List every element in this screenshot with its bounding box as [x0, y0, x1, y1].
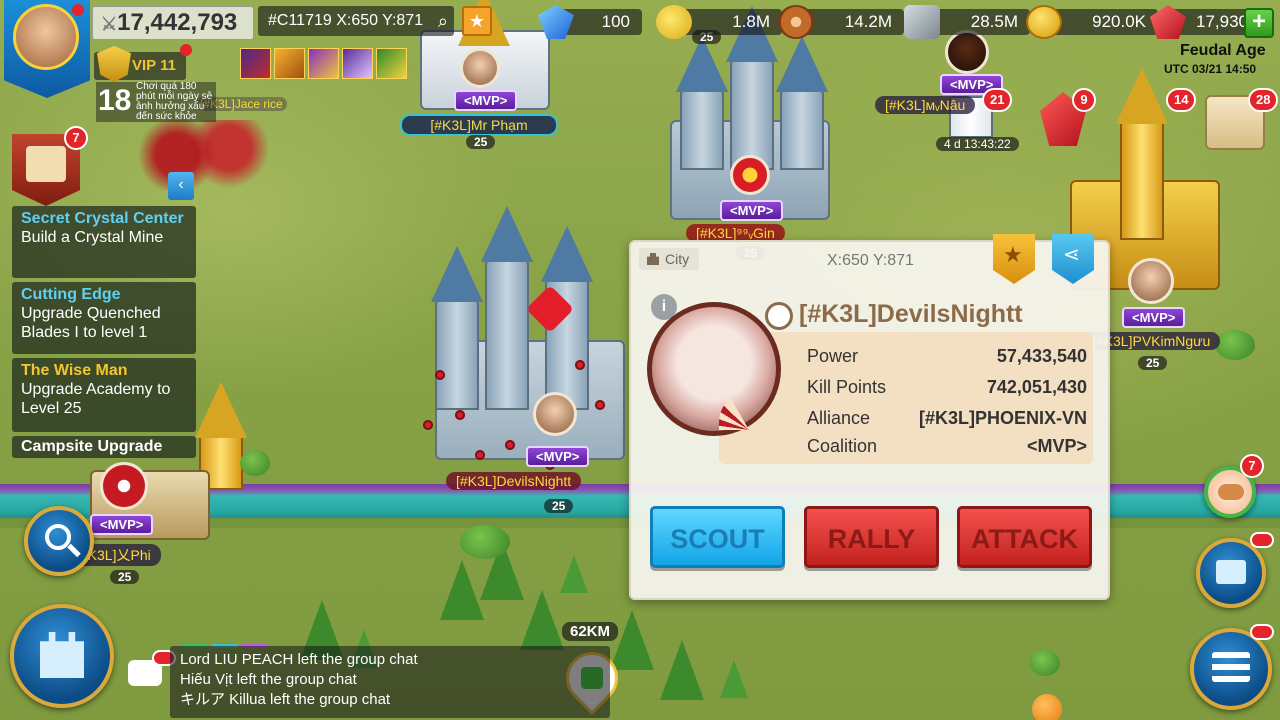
quest-item-3[interactable]: The Wise Man Upgrade Academy to Level 25 — [12, 358, 196, 432]
badge-28: 28 — [1248, 88, 1279, 112]
age-warning: 18 Chơi quá 180 phút mỗi ngày sẽ ảnh hưở… — [96, 82, 216, 122]
distance-label: 62KM — [562, 622, 619, 641]
level-pvkimnguu: 25 — [1138, 356, 1168, 370]
vip-red-dot — [180, 44, 192, 56]
crown-icon — [765, 302, 793, 330]
governor-avatar — [13, 4, 79, 70]
share-icon: ⋖ — [1063, 244, 1080, 266]
buff-icon-2[interactable] — [274, 48, 305, 79]
gold-coin-icon — [1026, 5, 1062, 39]
popup-coordinates: X:650 Y:871 — [827, 252, 914, 269]
attack-button[interactable]: ATTACK — [957, 506, 1092, 568]
star-icon: ★ — [1003, 242, 1023, 267]
collapse-quests-button[interactable]: ‹ — [168, 172, 194, 200]
avatar-pvkimnguu[interactable] — [1128, 258, 1174, 304]
badge-9: 9 — [1072, 88, 1096, 112]
menu-list-icon — [1212, 652, 1250, 682]
quest-item-1[interactable]: Secret Crystal Center Build a Crystal Mi… — [12, 206, 196, 278]
portrait-red-dot — [72, 4, 84, 16]
city-devilsnightt[interactable] — [415, 206, 635, 480]
mvp-tag-phi: <MVP> — [90, 514, 154, 535]
add-gems-button[interactable]: + — [1244, 8, 1274, 38]
chat-message-3: キルア Killua left the group chat — [180, 691, 391, 708]
chat-message-2: Hiếu Vịt left the group chat — [180, 671, 357, 688]
mail-notification-dot — [1250, 532, 1274, 548]
gems-resource[interactable]: 100 — [538, 5, 642, 39]
buff-icon-5[interactable] — [376, 48, 407, 79]
rally-button[interactable]: RALLY — [804, 506, 939, 568]
mail-icon — [1216, 560, 1246, 584]
mvp-tag-devilsnightt: <MVP> — [526, 446, 590, 467]
sword-power-icon: ⚔ — [101, 14, 118, 34]
resource-bar: 100 1.8M 14.2M 28.5M 920.0K 17,930 — [120, 5, 1270, 40]
stone-icon — [904, 5, 940, 39]
city-tag: City — [639, 248, 700, 270]
mvp-tag-gin: <MVP> — [720, 200, 784, 221]
share-button[interactable]: ⋖ — [1052, 234, 1094, 284]
badge-21: 21 — [982, 88, 1013, 112]
avatar-devilsnightt-map[interactable] — [533, 392, 577, 436]
badge-14: 14 — [1166, 88, 1197, 112]
orange-marker-icon[interactable] — [1032, 694, 1062, 720]
plus-icon: + — [1251, 8, 1266, 35]
label-mr-pham[interactable]: [#K3L]Mr Phạm — [400, 114, 558, 136]
bookmark-button[interactable]: ★ — [993, 234, 1035, 284]
quest-item-2[interactable]: Cutting Edge Upgrade Quenched Blades I t… — [12, 282, 196, 354]
stone-resource[interactable]: 28.5M — [904, 5, 1030, 39]
level-phi: 25 — [110, 570, 140, 584]
age-label: Feudal Age — [1180, 42, 1266, 59]
label-devilsnightt[interactable]: [#K3L]DevilsNightt — [446, 472, 582, 490]
player-name: [#K3L]DevilsNightt — [799, 300, 1023, 328]
castle-icon — [40, 632, 84, 678]
mvp-tag-pvkimnguu: <MVP> — [1122, 307, 1186, 328]
wood-log-icon — [778, 5, 814, 39]
chat-message-1: Lord LIU PEACH left the group chat — [180, 651, 418, 668]
search-map-button[interactable] — [24, 506, 94, 576]
marching-army[interactable] — [138, 120, 268, 190]
quill-scroll-icon — [26, 146, 66, 182]
main-menu-button[interactable] — [1190, 628, 1272, 710]
gold-resource[interactable]: 920.0K — [1026, 5, 1158, 39]
avatar-phi[interactable] — [100, 462, 148, 510]
chat-panel[interactable]: Lord LIU PEACH left the group chat Hiếu … — [170, 646, 610, 718]
avatar-mr-pham[interactable] — [460, 48, 500, 88]
quest-badge: 7 — [64, 126, 88, 150]
level-devilsnightt: 25 — [544, 499, 574, 513]
chevron-left-icon: ‹ — [178, 176, 184, 193]
mvp-tag-mr-pham: <MVP> — [454, 90, 518, 111]
quest-item-4[interactable]: Campsite Upgrade — [12, 436, 196, 458]
magnifier-handle — [67, 543, 81, 558]
buff-icon-3[interactable] — [308, 48, 339, 79]
label-nau[interactable]: [#K3L]ᴍᵥNâu — [875, 96, 976, 114]
buff-icons[interactable] — [240, 48, 410, 80]
mail-button[interactable] — [1196, 538, 1266, 608]
shrine-timer-label: 4 d 13:43:22 — [936, 137, 1019, 151]
buff-icon-1[interactable] — [240, 48, 271, 79]
alliance-help-badge: 7 — [1240, 454, 1264, 478]
utc-time: UTC 03/21 14:50 — [1164, 62, 1257, 76]
avatar-gin[interactable] — [730, 155, 770, 195]
food-resource[interactable]: 1.8M — [656, 5, 782, 39]
level-mr-pham: 25 — [466, 135, 496, 149]
wood-resource[interactable]: 14.2M — [778, 5, 904, 39]
buff-icon-4[interactable] — [342, 48, 373, 79]
scout-button[interactable]: SCOUT — [650, 506, 785, 568]
castle-small-icon — [647, 253, 659, 265]
return-to-city-button[interactable] — [10, 604, 114, 708]
corn-icon — [656, 5, 692, 39]
handshake-icon — [1218, 484, 1244, 500]
menu-notification-dot — [1250, 624, 1274, 640]
city-info-popup[interactable]: City X:650 Y:871 ★ ⋖ i [#K3L]DevilsNight… — [629, 234, 1110, 600]
